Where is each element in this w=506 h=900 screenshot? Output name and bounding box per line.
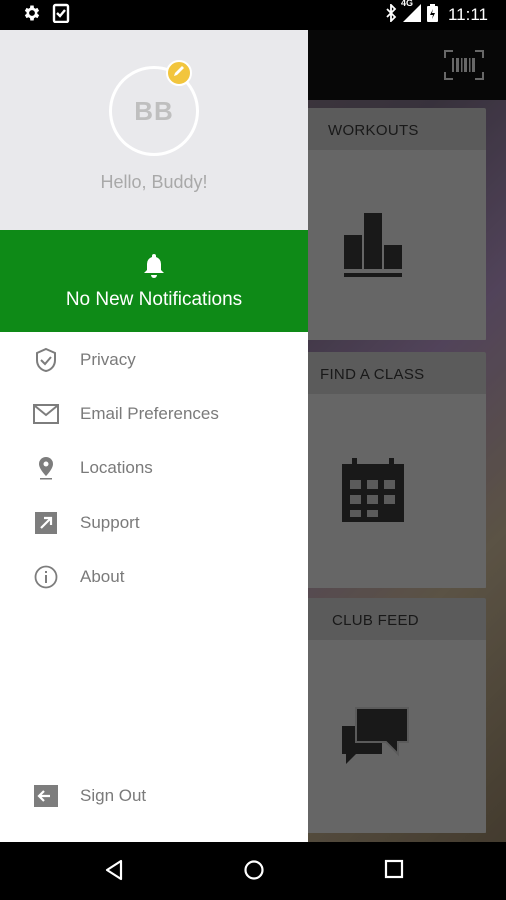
menu-item-label: Privacy: [80, 350, 136, 369]
home-icon[interactable]: [243, 859, 265, 886]
notifications-label: No New Notifications: [65, 289, 243, 310]
navigation-drawer: BB Hello, Buddy! No New Notifications Pr…: [0, 30, 308, 842]
sign-out-button[interactable]: Sign Out: [0, 769, 308, 823]
battery-icon: [426, 3, 438, 27]
signal-icon: 4G: [401, 0, 421, 27]
recents-icon[interactable]: [384, 859, 404, 884]
avatar-initials: BB: [134, 95, 174, 126]
sign-out-icon: [33, 783, 59, 809]
pencil-icon: [172, 64, 186, 83]
shield-check-icon: [33, 347, 59, 373]
envelope-icon: [33, 401, 59, 427]
menu-item-support[interactable]: Support: [0, 496, 308, 550]
sign-out-label: Sign Out: [80, 786, 147, 805]
greeting: Hello, Buddy!: [100, 172, 208, 192]
clock: 11:11: [447, 5, 488, 24]
gear-icon: [22, 3, 42, 28]
status-bar: 4G 11:11: [0, 0, 506, 30]
menu-item-privacy[interactable]: Privacy: [0, 333, 308, 387]
menu-item-label: About: [80, 567, 125, 586]
menu-item-label: Locations: [80, 458, 153, 477]
notifications-banner[interactable]: No New Notifications: [0, 230, 308, 332]
edit-profile-button[interactable]: [166, 60, 192, 86]
system-nav-bar: [0, 842, 506, 900]
menu-item-label: Support: [80, 513, 140, 532]
info-icon: [33, 564, 59, 590]
menu-item-email-preferences[interactable]: Email Preferences: [0, 387, 308, 441]
external-link-icon: [33, 510, 59, 536]
network-type: 4G: [400, 0, 413, 8]
clipboard-check-icon: [52, 3, 70, 28]
bluetooth-icon: [385, 2, 397, 27]
bell-icon: [143, 252, 165, 283]
back-icon[interactable]: [104, 859, 124, 886]
profile-header: BB Hello, Buddy!: [0, 30, 308, 230]
location-pin-icon: [33, 455, 59, 481]
menu-item-label: Email Preferences: [80, 404, 219, 423]
menu-item-about[interactable]: About: [0, 550, 308, 604]
menu-item-locations[interactable]: Locations: [0, 441, 308, 495]
